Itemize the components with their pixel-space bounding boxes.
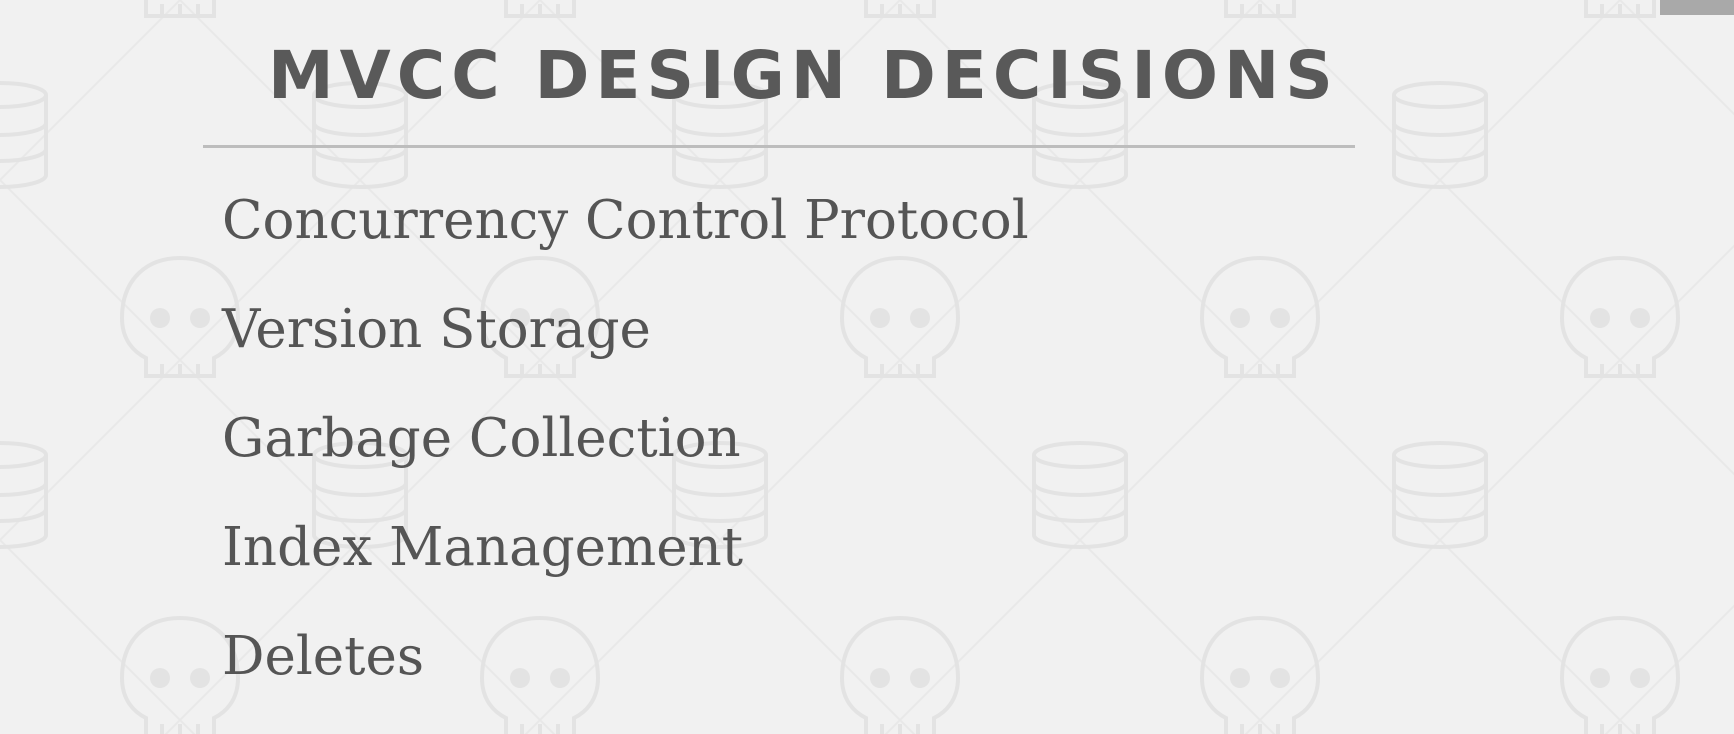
slide: MVCC DESIGN DECISIONS Concurrency Contro… bbox=[0, 0, 1734, 734]
list-item-index-management: Index Management bbox=[222, 517, 744, 578]
list-item-garbage-collection: Garbage Collection bbox=[222, 408, 741, 469]
list-item-deletes: Deletes bbox=[222, 626, 425, 687]
title-divider bbox=[203, 145, 1355, 148]
bullet-list: Concurrency Control Protocol Version Sto… bbox=[222, 181, 1029, 726]
corner-tab bbox=[1660, 0, 1734, 15]
slide-title: MVCC DESIGN DECISIONS bbox=[268, 37, 1339, 114]
list-item-concurrency-control-protocol: Concurrency Control Protocol bbox=[222, 190, 1029, 251]
list-item-version-storage: Version Storage bbox=[222, 299, 651, 360]
